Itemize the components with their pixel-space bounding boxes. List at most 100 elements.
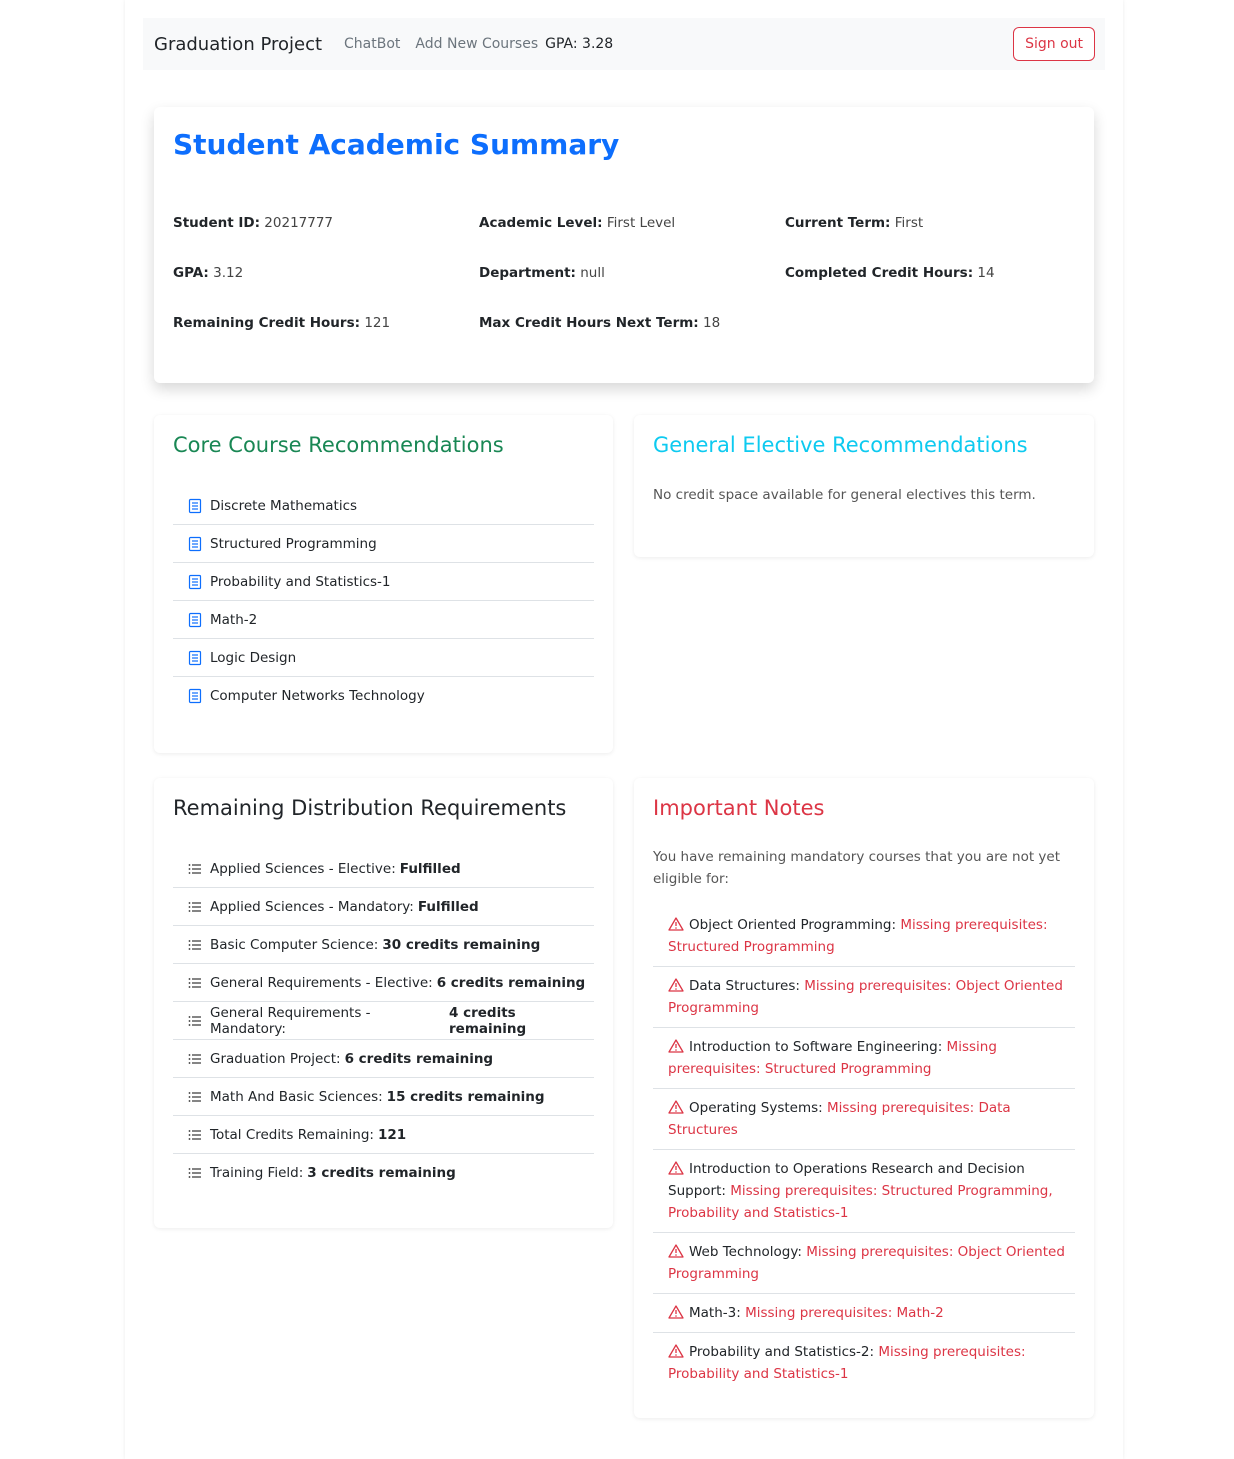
list-icon: [188, 1129, 201, 1140]
requirement-status: 4 credits remaining: [449, 1004, 527, 1037]
warning-icon: [668, 1161, 684, 1175]
note-course: Introduction to Software Engineering:: [689, 1039, 943, 1055]
requirement-status: 6 credits remaining: [436, 974, 586, 991]
requirement-label: Training Field:: [210, 1165, 304, 1181]
list-item: Probability and Statistics-2: Missing pr…: [653, 1333, 1075, 1393]
book-icon: [188, 536, 202, 551]
list-item: Applied Sciences - Mandatory: Fulfilled: [173, 888, 594, 926]
field-student-id: Student ID: 20217777: [173, 215, 334, 231]
list-item: Logic Design: [173, 639, 594, 677]
field-max-credit-hours: Max Credit Hours Next Term: 18: [479, 315, 721, 331]
requirement-status: 121: [377, 1126, 407, 1143]
warning-icon: [668, 1039, 684, 1053]
field-department: Department: null: [479, 265, 605, 281]
requirement-status: Fulfilled: [417, 898, 479, 915]
summary-fields: Student ID: 20217777 Academic Level: Fir…: [173, 215, 1091, 331]
list-item: Operating Systems: Missing prerequisites…: [653, 1089, 1075, 1150]
list-icon: [188, 1053, 201, 1064]
field-academic-level: Academic Level: First Level: [479, 215, 676, 231]
list-item: Object Oriented Programming: Missing pre…: [653, 906, 1075, 967]
requirement-label: Math And Basic Sciences:: [210, 1088, 383, 1105]
list-item: Math-2: [173, 601, 594, 639]
summary-title: Student Academic Summary: [173, 128, 620, 161]
course-name: Discrete Mathematics: [210, 497, 358, 514]
warning-icon: [668, 1244, 684, 1258]
elective-message: No credit space available for general el…: [653, 487, 1036, 503]
warning-icon: [668, 1305, 684, 1319]
requirement-label: Graduation Project:: [210, 1050, 341, 1067]
list-item: Math-3: Missing prerequisites: Math-2: [653, 1294, 1075, 1333]
navbar-gpa: GPA: 3.28: [545, 36, 614, 52]
nav-link-chatbot[interactable]: ChatBot: [344, 36, 400, 52]
nav-link-add-new-courses[interactable]: Add New Courses: [415, 36, 538, 52]
requirement-label: Applied Sciences - Elective:: [210, 860, 396, 877]
list-item: Data Structures: Missing prerequisites: …: [653, 967, 1075, 1028]
note-course: Math-3:: [689, 1305, 741, 1321]
sign-out-button[interactable]: Sign out: [1013, 27, 1095, 61]
warning-icon: [668, 1344, 684, 1358]
book-icon: [188, 612, 202, 627]
warning-icon: [668, 1100, 684, 1114]
notes-intro: You have remaining mandatory courses tha…: [653, 849, 1061, 887]
list-icon: [188, 901, 201, 912]
list-icon: [188, 1168, 201, 1178]
warning-icon: [668, 978, 684, 992]
academic-summary-card: Student Academic Summary Student ID: 202…: [154, 107, 1094, 383]
requirement-label: General Requirements - Mandatory:: [210, 1004, 371, 1037]
requirement-label: Applied Sciences - Mandatory:: [210, 898, 414, 915]
general-elective-card: General Elective Recommendations No cred…: [634, 415, 1094, 557]
brand-link[interactable]: Graduation Project: [154, 34, 322, 55]
notes-list: Object Oriented Programming: Missing pre…: [653, 906, 1075, 1393]
requirement-label: Total Credits Remaining:: [210, 1126, 374, 1143]
list-icon: [188, 977, 201, 988]
requirement-label: General Requirements - Elective:: [210, 974, 433, 991]
list-item: Applied Sciences - Elective: Fulfilled: [173, 850, 594, 888]
requirement-status: Fulfilled: [399, 860, 461, 877]
list-item: General Requirements - Elective: 6 credit…: [173, 964, 594, 1002]
book-icon: [188, 574, 202, 589]
course-name: Math-2: [210, 611, 258, 628]
list-item: Probability and Statistics-1: [173, 563, 594, 601]
requirement-label: Basic Computer Science:: [210, 936, 379, 953]
course-name: Computer Networks Technology: [210, 688, 425, 704]
warning-icon: [668, 917, 684, 931]
important-notes-card: Important Notes You have remaining manda…: [634, 778, 1094, 1418]
distribution-title: Remaining Distribution Requirements: [173, 796, 567, 820]
core-recommendations-card: Core Course Recommendations Discrete Mat…: [154, 415, 613, 753]
list-item: Total Credits Remaining: 121: [173, 1116, 594, 1154]
list-item: Basic Computer Science: 30 credits remain…: [173, 926, 594, 964]
requirement-status: 3 credits remaining: [307, 1165, 456, 1181]
course-name: Logic Design: [210, 649, 297, 666]
page-container: Graduation Project ChatBot Add New Cours…: [125, 0, 1123, 1459]
field-current-term: Current Term: First: [785, 215, 924, 231]
elective-title: General Elective Recommendations: [653, 433, 1028, 457]
list-icon: [188, 1015, 201, 1026]
list-item: Structured Programming: [173, 525, 594, 563]
book-icon: [188, 498, 202, 513]
field-gpa: GPA: 3.12: [173, 265, 244, 281]
core-course-list: Discrete Mathematics Structured Programm…: [173, 487, 594, 715]
note-course: Operating Systems:: [689, 1100, 823, 1116]
list-item: Introduction to Software Engineering: Mi…: [653, 1028, 1075, 1089]
list-icon: [188, 863, 201, 874]
note-course: Object Oriented Programming:: [689, 917, 897, 933]
list-icon: [188, 939, 201, 950]
note-course: Data Structures:: [689, 978, 800, 994]
requirement-status: 6 credits remaining: [344, 1050, 494, 1067]
note-course: Probability and Statistics-2:: [689, 1344, 875, 1360]
list-item: Graduation Project: 6 credits remaining: [173, 1040, 594, 1078]
requirement-status: 15 credits remaining: [386, 1088, 545, 1105]
note-reason: Missing prerequisites: Structured Progra…: [668, 1183, 1053, 1221]
distribution-requirements-card: Remaining Distribution Requirements Appl…: [154, 778, 613, 1228]
book-icon: [188, 688, 202, 704]
note-course: Web Technology:: [689, 1244, 802, 1260]
list-item: Math And Basic Sciences: 15 credits remai…: [173, 1078, 594, 1116]
list-item: General Requirements - Mandatory: 4 credi…: [173, 1002, 594, 1040]
note-reason: Missing prerequisites: Math-2: [745, 1305, 944, 1321]
core-title: Core Course Recommendations: [173, 433, 504, 457]
list-item: Discrete Mathematics: [173, 487, 594, 525]
list-item: Introduction to Operations Research and …: [653, 1150, 1075, 1233]
notes-title: Important Notes: [653, 796, 825, 820]
navbar: Graduation Project ChatBot Add New Cours…: [143, 18, 1105, 70]
list-item: Training Field: 3 credits remaining: [173, 1154, 594, 1192]
